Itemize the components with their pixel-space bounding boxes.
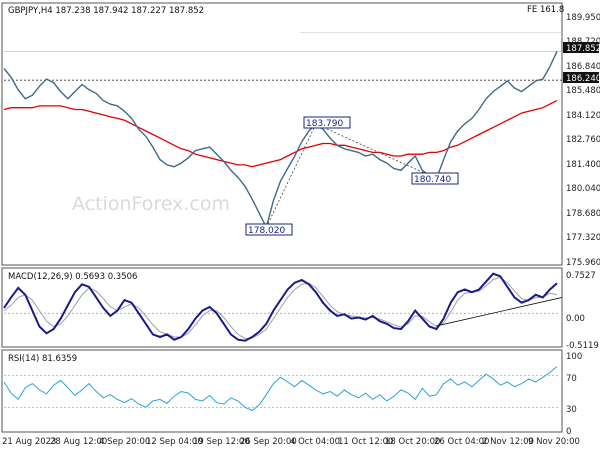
- x-tick-0: 21 Aug 2023: [2, 437, 56, 447]
- price-tick-3: 185.480: [566, 86, 600, 96]
- price-tick-5: 182.760: [566, 135, 600, 145]
- x-tick-2: 4 Sep 20:00: [99, 437, 150, 447]
- chart-canvas: ActionForex.com GBPJPY,H4 187.238 187.94…: [1, 2, 600, 447]
- annotation-low: 178.020: [245, 223, 293, 236]
- price-tick-6: 181.400: [566, 160, 600, 170]
- watermark: ActionForex.com: [72, 193, 230, 215]
- annotation-mid-label: 180.740: [414, 175, 451, 185]
- rsi-panel-title: RSI(14) 81.6359: [8, 354, 77, 364]
- price-tick-10: 175.960: [566, 258, 600, 268]
- x-axis: 21 Aug 2023 28 Aug 12:00 4 Sep 20:00 12 …: [2, 437, 580, 447]
- x-tick-10: 2 Nov 12:00: [482, 437, 534, 447]
- current-price-badge: 187.852: [563, 42, 600, 54]
- price-tick-4: 184.120: [566, 111, 600, 121]
- rsi-tick-1: 70: [566, 374, 577, 384]
- x-tick-8: 18 Oct 20:00: [385, 437, 440, 447]
- level-price-badge: 186.240: [563, 72, 600, 84]
- x-tick-6: 4 Oct 04:00: [290, 437, 340, 447]
- rsi-tick-0: 100: [566, 352, 582, 362]
- rsi-panel-frame: [1, 349, 563, 433]
- price-tick-0: 189.950: [566, 13, 600, 23]
- macd-panel-title: MACD(12,26,9) 0.5693 0.3506: [8, 272, 137, 282]
- annotation-high-label: 183.790: [306, 119, 343, 129]
- annotation-low-label: 178.020: [248, 226, 285, 236]
- annotation-mid: 180.740: [411, 172, 459, 185]
- level-price-label: 186.240: [566, 74, 600, 84]
- price-panel-title: GBPJPY,H4 187.238 187.942 187.227 187.85…: [8, 6, 204, 16]
- current-price-label: 187.852: [566, 44, 600, 54]
- rsi-y-axis: 100 70 30 0: [566, 352, 582, 437]
- macd-tick-0: 0.7527: [566, 271, 596, 281]
- price-tick-2: 186.840: [566, 62, 600, 72]
- macd-y-axis: 0.7527 0.00 -0.5119: [566, 271, 599, 351]
- rsi-tick-3: 0: [566, 427, 571, 437]
- rsi-tick-2: 30: [566, 405, 577, 415]
- x-tick-11: 9 Nov 20:00: [528, 437, 580, 447]
- fib-label: FE 161.8: [527, 5, 564, 15]
- annotation-high: 183.790: [303, 116, 351, 129]
- x-tick-5: 26 Sep 20:00: [240, 437, 297, 447]
- macd-tick-2: -0.5119: [566, 341, 599, 351]
- price-tick-8: 178.680: [566, 209, 600, 219]
- price-tick-7: 180.040: [566, 184, 600, 194]
- macd-tick-1: 0.00: [566, 314, 585, 324]
- price-tick-9: 177.320: [566, 233, 600, 243]
